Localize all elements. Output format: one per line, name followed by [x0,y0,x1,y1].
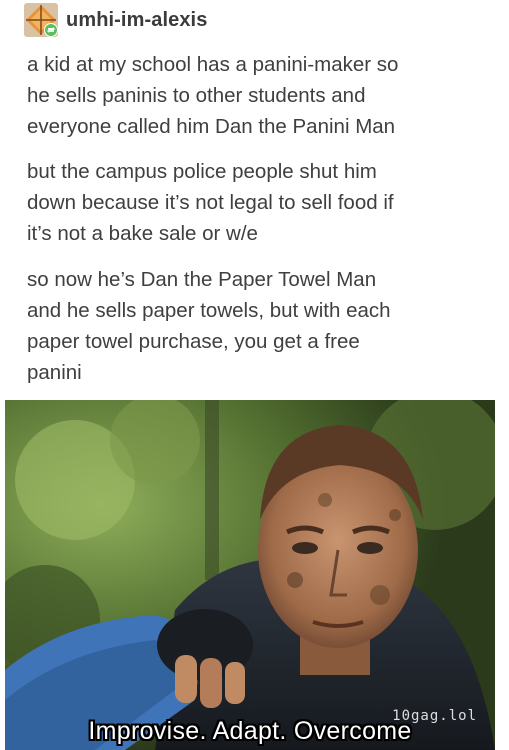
username-link[interactable]: umhi-im-alexis [66,9,207,32]
post-header: umhi-im-alexis [24,2,207,38]
tumblr-post: umhi-im-alexis a kid at my school has a … [0,0,509,750]
meme-image[interactable]: 10gag.lol Improvise. Adapt. Overcome [5,400,495,750]
post-paragraph-1: a kid at my school has a panini-maker so… [27,53,399,138]
post-paragraph-3: so now he’s Dan the Paper Towel Man and … [27,268,391,384]
reblog-badge-icon [44,23,58,37]
meme-photo [5,400,495,750]
meme-caption: Improvise. Adapt. Overcome [88,717,412,745]
post-paragraph-2: but the campus police people shut him do… [27,160,394,245]
avatar-icon[interactable] [24,3,58,37]
